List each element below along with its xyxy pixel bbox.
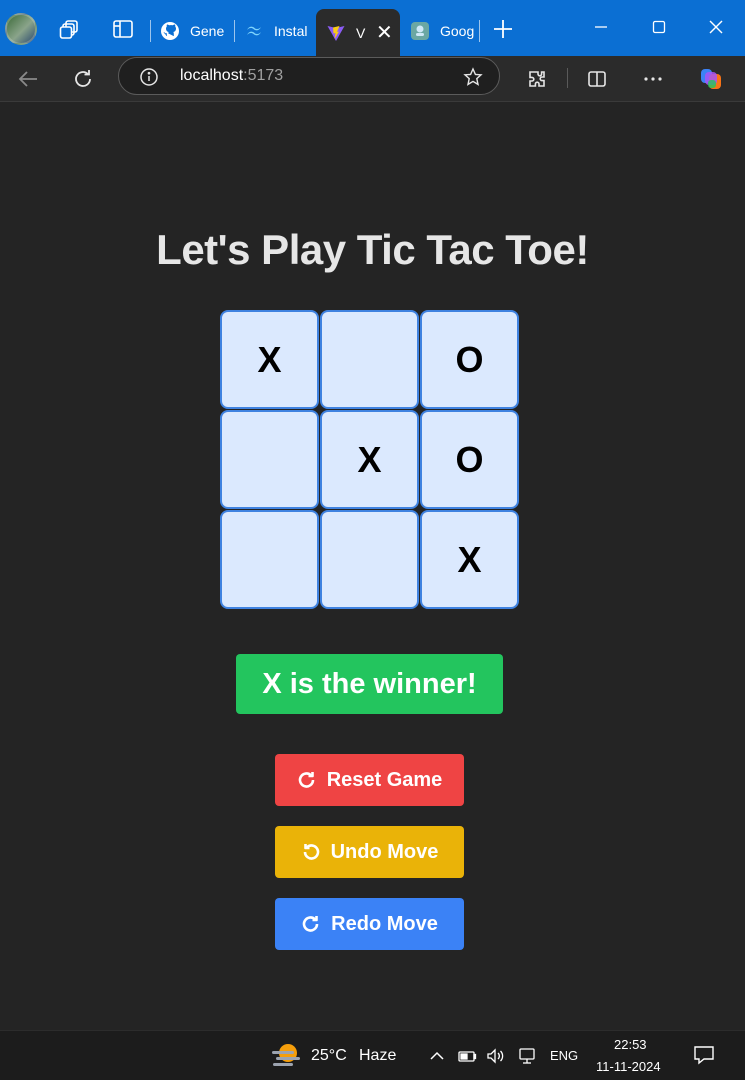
undo-move-button[interactable]: Undo Move	[275, 826, 464, 878]
redo-move-label: Redo Move	[331, 912, 438, 935]
url-bar[interactable]: localhost:5173	[118, 57, 500, 95]
toolbar-separator	[567, 68, 568, 88]
copilot-icon[interactable]	[696, 64, 726, 94]
clock-date[interactable]: 11-11-2024	[596, 1059, 661, 1074]
tab-google[interactable]: Goog	[410, 14, 474, 48]
weather-condition[interactable]: Haze	[359, 1047, 396, 1065]
weather-temperature[interactable]: 25°C	[311, 1047, 347, 1065]
tab-label: Instal	[274, 23, 308, 39]
tab-label: Goog	[440, 23, 474, 39]
notification-icon[interactable]	[693, 1044, 715, 1066]
input-language[interactable]: ENG	[550, 1048, 578, 1063]
chevron-up-icon[interactable]	[427, 1046, 447, 1066]
vertical-tabs-icon[interactable]	[112, 18, 134, 40]
profile-avatar[interactable]	[5, 13, 37, 45]
url-text: localhost:5173	[180, 67, 283, 85]
split-screen-icon[interactable]	[582, 64, 612, 94]
close-tab-icon[interactable]: ✕	[376, 20, 393, 45]
redo-arrow-icon	[298, 772, 314, 788]
tab-separator	[234, 20, 235, 42]
board-cell[interactable]: X	[320, 410, 419, 509]
browser-tab-bar: Gene Instal V ✕ Goog	[0, 0, 745, 56]
reset-game-button[interactable]: Reset Game	[275, 754, 464, 806]
board-cell[interactable]	[320, 510, 419, 609]
refresh-icon[interactable]	[68, 64, 98, 94]
network-icon[interactable]	[517, 1046, 537, 1066]
tab-github[interactable]: Gene	[160, 14, 230, 48]
redo-move-button[interactable]: Redo Move	[275, 898, 464, 950]
tab-separator	[150, 20, 151, 42]
url-host: localhost	[180, 67, 244, 84]
undo-move-label: Undo Move	[330, 840, 439, 863]
board-cell[interactable]	[320, 310, 419, 409]
haze-weather-icon[interactable]	[270, 1041, 302, 1071]
battery-icon[interactable]	[457, 1046, 477, 1066]
undo-arrow-icon	[303, 844, 319, 860]
winner-status-banner: X is the winner!	[236, 654, 503, 714]
tab-vite-active[interactable]: V ✕	[316, 9, 400, 56]
more-options-icon[interactable]	[638, 64, 668, 94]
tailwind-icon	[247, 26, 261, 36]
board-cell[interactable]: X	[420, 510, 519, 609]
site-info-icon[interactable]	[139, 67, 159, 87]
board-cell[interactable]: O	[420, 310, 519, 409]
github-icon	[161, 22, 179, 40]
google-icon	[411, 22, 429, 40]
windows-taskbar: 25°C Haze ENG 22:53 11-11-2024	[0, 1030, 745, 1080]
minimize-icon[interactable]	[586, 12, 616, 42]
close-window-icon[interactable]	[701, 12, 731, 42]
maximize-icon[interactable]	[644, 12, 674, 42]
tab-separator	[479, 20, 480, 42]
reset-game-label: Reset Game	[326, 768, 443, 791]
page-title: Let's Play Tic Tac Toe!	[156, 226, 589, 273]
board-cell[interactable]: O	[420, 410, 519, 509]
back-icon[interactable]	[13, 64, 43, 94]
address-bar-row: localhost:5173	[0, 56, 745, 102]
favorite-star-icon[interactable]	[463, 67, 483, 87]
board-cell[interactable]: X	[220, 310, 319, 409]
board-cell[interactable]	[220, 410, 319, 509]
redo-arrow-icon	[302, 916, 319, 932]
app-page: Let's Play Tic Tac Toe! X O X O X X is t…	[0, 102, 745, 1030]
game-board: X O X O X	[220, 310, 520, 610]
tab-label: Gene	[190, 23, 225, 39]
clock-time[interactable]: 22:53	[614, 1037, 647, 1052]
board-cell[interactable]	[220, 510, 319, 609]
workspaces-icon[interactable]	[59, 18, 81, 40]
volume-icon[interactable]	[486, 1046, 506, 1066]
url-port: :5173	[243, 67, 284, 84]
extensions-icon[interactable]	[522, 64, 552, 94]
tab-tailwind[interactable]: Instal	[244, 14, 310, 48]
tab-label: V	[356, 24, 366, 41]
new-tab-icon[interactable]	[492, 18, 514, 40]
vite-icon	[327, 25, 345, 41]
